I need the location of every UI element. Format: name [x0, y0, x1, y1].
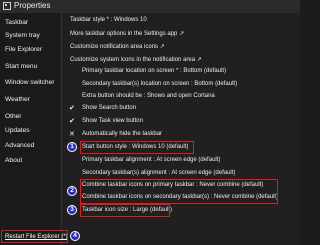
sidebar-item-other[interactable]: Other: [5, 113, 22, 120]
secondary-location-setting[interactable]: Secondary taskbar(s) location on screen …: [82, 81, 237, 87]
annotation-badge-3: 3: [67, 205, 77, 215]
sidebar-item-about[interactable]: About: [5, 157, 22, 164]
settings-panel: Taskbar style * : Windows 10 More taskba…: [62, 13, 300, 245]
sidebar-item-start-menu[interactable]: Start menu: [5, 63, 37, 70]
checkmark-icon: ✔: [69, 105, 75, 112]
annotation-badge-1: 1: [67, 142, 77, 152]
show-search-button-toggle[interactable]: Show Search button: [82, 105, 136, 111]
sidebar-item-file-explorer[interactable]: File Explorer: [5, 46, 42, 53]
close-icon: ✕: [69, 131, 75, 138]
highlight-box-start-button: [80, 141, 194, 154]
sidebar-item-taskbar[interactable]: Taskbar: [5, 19, 28, 26]
sidebar-item-system-tray[interactable]: System tray: [5, 32, 40, 39]
more-taskbar-options-link[interactable]: More taskbar options in the Settings app…: [70, 30, 184, 37]
customize-system-icons-link[interactable]: Customize system icons in the notificati…: [70, 56, 202, 63]
sidebar-item-advanced[interactable]: Advanced: [5, 142, 34, 149]
primary-location-setting[interactable]: Primary taskbar location on screen * : B…: [82, 68, 226, 74]
extra-button-setting[interactable]: Extra button should be : Shows and open …: [82, 93, 215, 99]
window-title: Properties: [14, 1, 51, 10]
annotation-badge-2: 2: [67, 186, 77, 196]
sidebar-item-window-switcher[interactable]: Window switcher: [5, 79, 54, 86]
auto-hide-taskbar-toggle[interactable]: Automatically hide the taskbar: [82, 131, 162, 137]
title-bar: Properties: [0, 0, 300, 13]
sidebar-item-updates[interactable]: Updates: [5, 127, 30, 134]
secondary-alignment-setting[interactable]: Secondary taskbar(s) alignment : At scre…: [82, 170, 235, 176]
highlight-box-icon-size: [80, 204, 170, 217]
customize-notification-icons-link[interactable]: Customize notification area icons ↗: [70, 43, 165, 50]
show-task-view-toggle[interactable]: Show Task view button: [82, 118, 143, 124]
primary-alignment-setting[interactable]: Primary taskbar alignment : At screen ed…: [82, 157, 220, 163]
taskbar-style-setting[interactable]: Taskbar style * : Windows 10: [70, 17, 147, 23]
highlight-box-restart: [1, 230, 68, 243]
app-window-icon: [3, 2, 11, 10]
sidebar: Taskbar System tray File Explorer Start …: [0, 13, 60, 245]
sidebar-item-weather[interactable]: Weather: [5, 96, 30, 103]
properties-window: Properties Taskbar System tray File Expl…: [0, 0, 300, 245]
checkmark-icon: ✔: [69, 118, 75, 125]
highlight-box-combine-icons: [80, 179, 278, 204]
